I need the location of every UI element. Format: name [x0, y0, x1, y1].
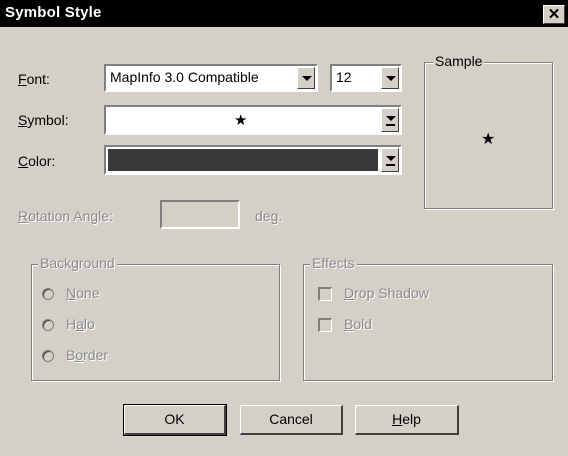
background-group-label: Background	[38, 255, 117, 271]
drop-shadow-accel: D	[344, 285, 355, 301]
bold-label: Bold	[344, 316, 372, 332]
border-accel: o	[75, 347, 84, 363]
rotation-angle-label: Rotation Angle:	[18, 208, 113, 224]
drop-shadow-checkbox[interactable]	[318, 287, 332, 301]
close-button[interactable]: ✕	[543, 5, 565, 24]
font-size-value: 12	[336, 69, 352, 85]
help-button[interactable]: Help	[355, 405, 459, 435]
sample-group: Sample ★	[424, 53, 553, 209]
border-prefix: B	[66, 347, 76, 363]
none-accel: N	[66, 285, 77, 301]
color-label-text: olor:	[28, 153, 56, 169]
sample-label: Sample	[433, 53, 485, 69]
chevron-down-icon	[386, 76, 396, 81]
drop-shadow-text: rop Shadow	[354, 285, 429, 301]
title-bar[interactable]: Symbol Style ✕	[0, 0, 568, 27]
background-halo-label: Halo	[66, 316, 95, 332]
background-none-label: None	[66, 285, 99, 301]
symbol-label-text: ymbol:	[27, 112, 69, 128]
effects-group: Effects Drop Shadow Bold	[303, 255, 553, 381]
color-label: Color:	[18, 153, 55, 169]
symbol-dropdown-button[interactable]	[381, 108, 399, 132]
ok-button[interactable]: OK	[123, 404, 227, 436]
rotation-angle-input[interactable]	[160, 200, 240, 229]
halo-prefix: H	[66, 316, 77, 332]
color-label-accel: C	[18, 153, 29, 169]
chevron-down-icon	[302, 76, 312, 81]
dialog-title: Symbol Style	[5, 4, 102, 21]
arrow-bar	[386, 124, 395, 126]
halo-accel: a	[76, 316, 84, 332]
arrow-bar	[386, 164, 395, 166]
border-text: rder	[83, 347, 109, 363]
font-select[interactable]: MapInfo 3.0 Compatible	[104, 64, 318, 92]
halo-text: lo	[83, 316, 95, 332]
rotation-unit-label: deg.	[255, 208, 283, 224]
arrow-down-icon	[386, 116, 396, 121]
background-border-label: Border	[66, 347, 108, 363]
font-select-value: MapInfo 3.0 Compatible	[110, 69, 259, 85]
help-text: elp	[402, 411, 421, 427]
symbol-label-accel: S	[18, 112, 28, 128]
cancel-button[interactable]: Cancel	[240, 405, 343, 435]
arrow-down-icon	[386, 156, 396, 161]
none-text: one	[76, 285, 100, 301]
background-border-radio[interactable]	[42, 350, 54, 362]
bold-text: old	[353, 316, 373, 332]
bold-accel: B	[344, 316, 354, 332]
background-group: Background None Halo Border	[31, 255, 280, 381]
background-halo-radio[interactable]	[42, 319, 54, 331]
background-none-radio[interactable]	[42, 288, 54, 300]
rotation-label-accel: R	[18, 208, 29, 224]
bold-checkbox[interactable]	[318, 318, 332, 332]
symbol-picker[interactable]: ★	[104, 105, 402, 135]
drop-shadow-label: Drop Shadow	[344, 285, 429, 301]
rotation-label-text: otation Angle:	[28, 208, 113, 224]
close-icon: ✕	[547, 6, 561, 23]
sample-star-icon: ★	[481, 131, 496, 148]
font-label-accel: F	[18, 71, 27, 87]
color-picker[interactable]	[104, 145, 402, 175]
font-label-text: ont:	[26, 71, 50, 87]
symbol-label: Symbol:	[18, 112, 69, 128]
help-accel: H	[392, 411, 403, 427]
effects-group-label: Effects	[310, 255, 357, 271]
font-dropdown-button[interactable]	[297, 67, 315, 89]
color-swatch	[108, 149, 378, 171]
font-size-dropdown-button[interactable]	[381, 67, 399, 89]
font-label: Font:	[18, 71, 50, 87]
font-size-select[interactable]: 12	[330, 64, 402, 92]
color-dropdown-button[interactable]	[381, 148, 399, 172]
symbol-preview-icon: ★	[234, 112, 248, 129]
